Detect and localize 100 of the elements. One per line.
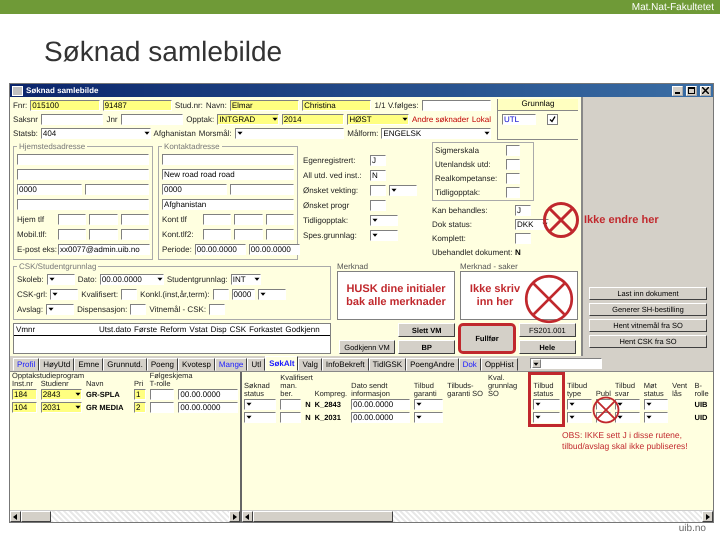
input-field[interactable]	[506, 173, 520, 184]
input-field[interactable]: 1	[134, 389, 146, 400]
input-field[interactable]	[89, 229, 118, 240]
input-field[interactable]: 00.00.0000	[178, 402, 238, 413]
input-field[interactable]	[203, 229, 232, 240]
input-field[interactable]	[162, 154, 294, 165]
input-field[interactable]: 015100	[30, 100, 100, 111]
input-field[interactable]	[17, 154, 149, 165]
input-field[interactable]	[280, 398, 302, 410]
input-field[interactable]: 00.00.0000	[248, 244, 300, 255]
input-field[interactable]	[370, 185, 386, 196]
input-field[interactable]	[234, 229, 263, 240]
input-field[interactable]	[150, 389, 174, 400]
tab[interactable]: Poeng	[146, 358, 178, 371]
input-field[interactable]	[370, 200, 386, 211]
input-field[interactable]	[89, 214, 118, 225]
tab[interactable]: Valg	[298, 358, 322, 371]
dropdown[interactable]	[370, 215, 398, 226]
input-field[interactable]	[266, 214, 294, 225]
dropdown[interactable]	[614, 398, 640, 410]
input-field[interactable]	[212, 289, 228, 300]
input-field[interactable]: 0000	[162, 184, 226, 195]
input-field[interactable]	[515, 233, 531, 244]
input-field[interactable]: N	[370, 170, 386, 181]
dropdown[interactable]: INT	[230, 274, 262, 285]
dropdown[interactable]	[566, 412, 592, 424]
input-field[interactable]: Christina	[302, 100, 372, 111]
input-field[interactable]: 104	[12, 402, 37, 413]
dropdown[interactable]: DKK	[515, 219, 549, 230]
input-field[interactable]: J	[515, 205, 531, 216]
input-field[interactable]: 2	[134, 402, 146, 413]
checkbox[interactable]	[547, 114, 558, 125]
input-field[interactable]	[209, 304, 226, 315]
scrollbar-thumb[interactable]	[21, 511, 51, 522]
input-field[interactable]	[150, 402, 174, 413]
dropdown[interactable]	[50, 289, 78, 300]
input-field[interactable]	[234, 214, 263, 225]
maximize-button[interactable]	[686, 86, 697, 96]
input-field[interactable]	[203, 214, 232, 225]
input-field[interactable]: 91487	[102, 100, 172, 111]
dropdown[interactable]: 2031	[40, 402, 82, 413]
input-field[interactable]: 0000	[232, 289, 255, 300]
dropdown[interactable]	[644, 412, 668, 424]
tab[interactable]: Emne	[74, 358, 104, 371]
dropdown[interactable]: 2843	[40, 389, 82, 400]
dropdown[interactable]	[533, 398, 560, 410]
input-field[interactable]	[17, 169, 149, 180]
input-field[interactable]	[17, 199, 149, 210]
dropdown[interactable]	[644, 398, 668, 410]
dropdown[interactable]: 404	[40, 128, 151, 139]
input-field[interactable]	[58, 214, 86, 225]
dropdown[interactable]	[258, 289, 286, 300]
tab[interactable]: HøyUtd	[39, 358, 74, 371]
scrollbar[interactable]	[242, 510, 713, 522]
input-field[interactable]	[230, 184, 294, 195]
input-field[interactable]	[130, 304, 146, 315]
input-field[interactable]	[120, 214, 149, 225]
tab[interactable]: Kvotesp	[178, 358, 215, 371]
dropdown[interactable]: HØST	[347, 114, 409, 125]
input-field[interactable]: 00.00.0000	[351, 412, 410, 424]
tab[interactable]: TidlGSK	[368, 358, 406, 371]
dropdown[interactable]	[566, 398, 592, 410]
input-field[interactable]	[506, 159, 520, 170]
link[interactable]: Lokal	[472, 115, 491, 124]
dropdown[interactable]: INTGRAD	[217, 114, 279, 125]
input-field[interactable]: J	[370, 155, 386, 166]
input-field[interactable]	[422, 100, 491, 111]
input-field[interactable]	[120, 229, 149, 240]
input-field[interactable]: 0000	[17, 184, 82, 195]
link[interactable]: Andre søknader	[412, 115, 469, 124]
dropdown[interactable]	[46, 274, 75, 285]
input-field[interactable]: 00.00.0000	[194, 244, 246, 255]
dropdown[interactable]: ENGELSK	[381, 128, 492, 139]
input-field[interactable]: 00.00.0000	[351, 398, 410, 410]
input-field[interactable]	[121, 289, 138, 300]
input-field[interactable]: 184	[12, 389, 37, 400]
tab[interactable]: Grunnutd.	[103, 358, 147, 371]
input-field[interactable]: 00.00.0000	[178, 389, 238, 400]
tab[interactable]: Dok	[458, 358, 481, 371]
tab[interactable]: Mange	[214, 358, 248, 371]
tab[interactable]: OppHist	[480, 358, 518, 371]
tab[interactable]: PoengAndre	[406, 358, 459, 371]
input-field[interactable]	[40, 114, 104, 125]
input-field[interactable]	[84, 184, 149, 195]
scrollbar[interactable]	[10, 510, 240, 522]
dropdown[interactable]	[614, 412, 640, 424]
dropdown[interactable]	[370, 230, 398, 241]
input-field[interactable]: Elmar	[230, 100, 300, 111]
input-field[interactable]: xx0077@admin.uib.no	[58, 244, 150, 255]
input-field[interactable]	[506, 145, 520, 156]
input-field[interactable]: UTL	[502, 114, 536, 125]
tab[interactable]: Utl	[247, 358, 266, 371]
remarks-box[interactable]: HUSK dine initialer bak alle merknader	[337, 271, 455, 320]
close-button[interactable]	[700, 86, 711, 96]
dropdown[interactable]	[46, 304, 74, 315]
dropdown[interactable]	[389, 185, 417, 196]
dropdown[interactable]: 00.00.0000	[100, 274, 164, 285]
input-field[interactable]	[266, 229, 294, 240]
dropdown[interactable]	[533, 412, 560, 422]
input-field[interactable]: 2014	[282, 114, 344, 125]
